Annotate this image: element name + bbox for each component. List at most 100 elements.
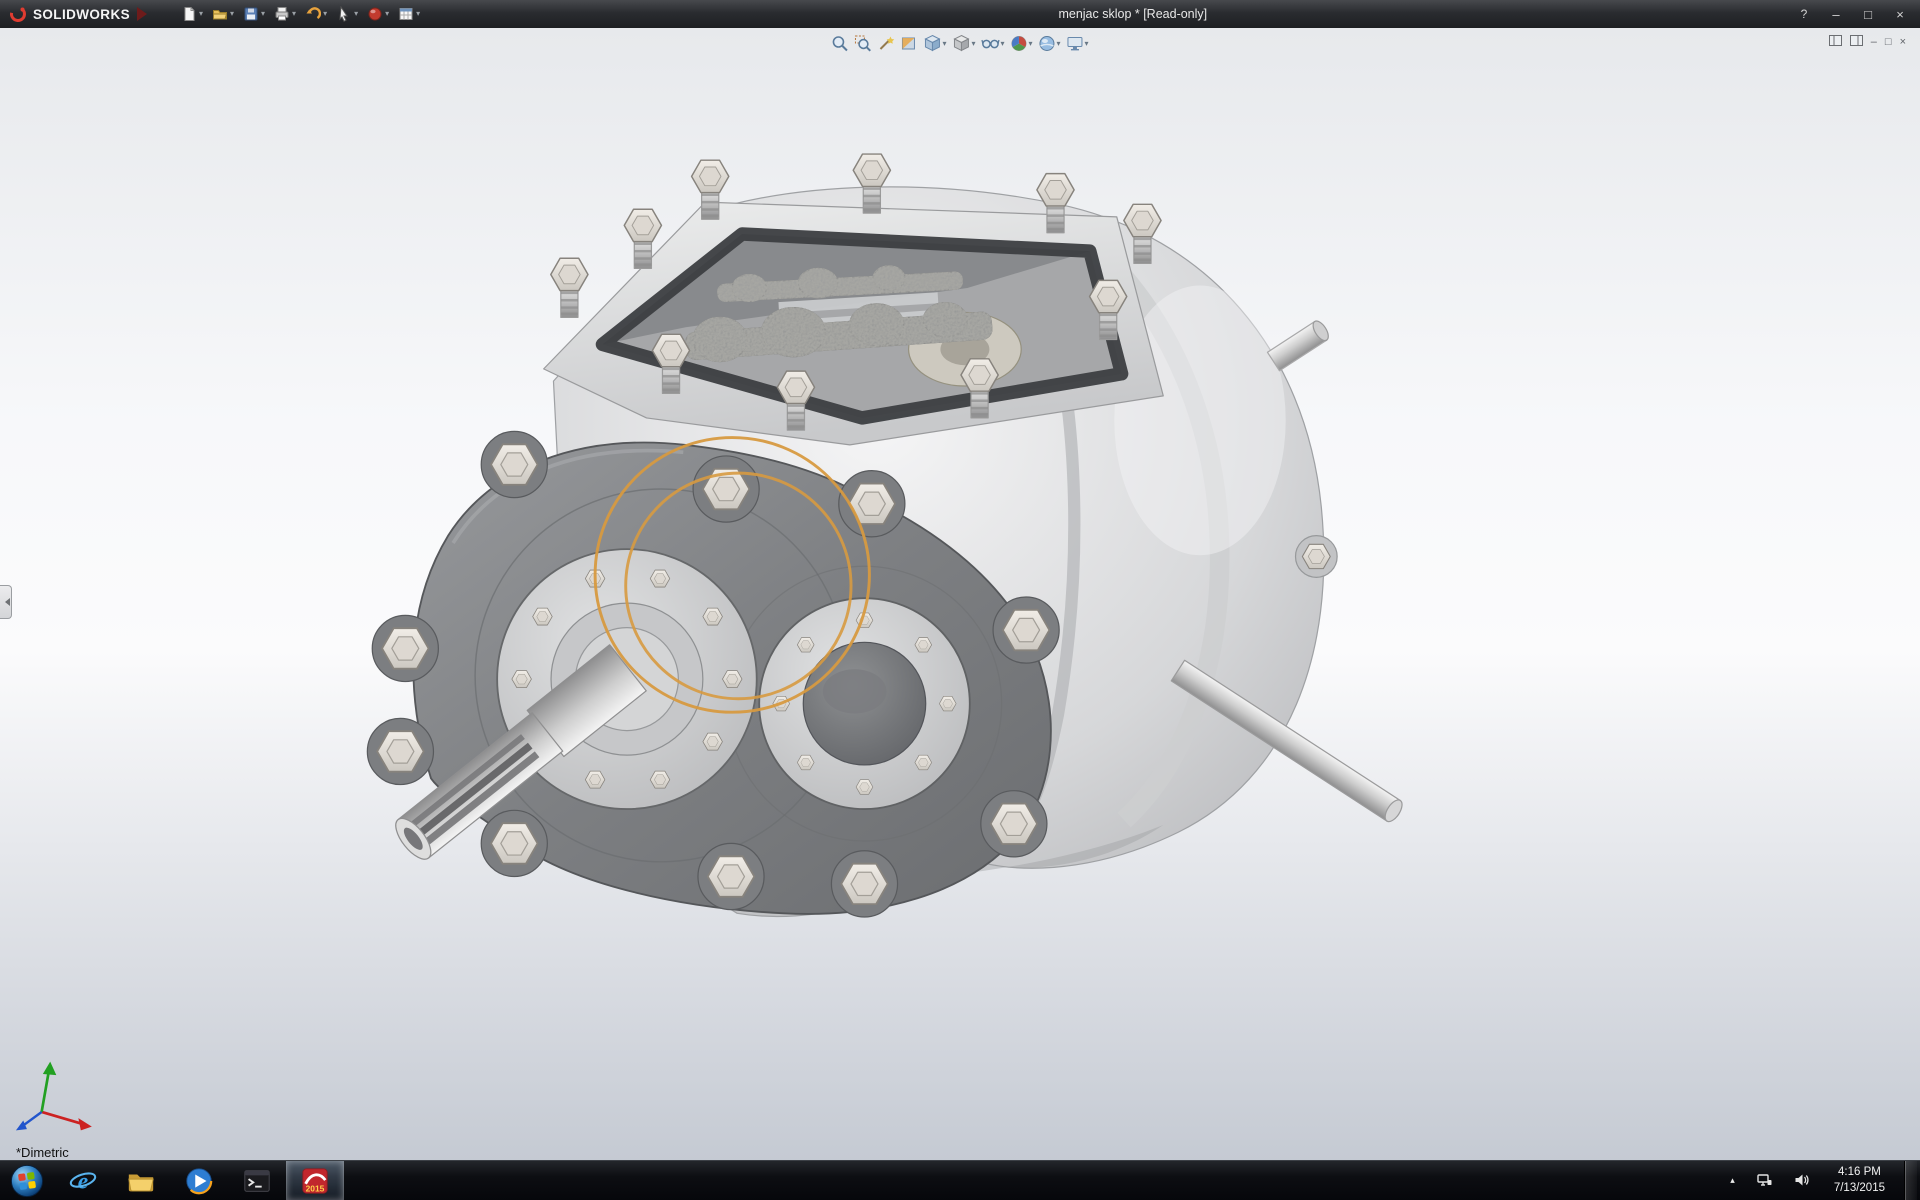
doc-minimize-button[interactable]: – — [1871, 37, 1877, 48]
dropdown-arrow[interactable]: ▾ — [1057, 39, 1061, 48]
save-button[interactable]: ▾ — [240, 4, 268, 24]
view-orientation-label: *Dimetric — [16, 1145, 69, 1160]
folder-icon — [126, 1166, 156, 1196]
viewport-3d[interactable]: ▾ ▾ ▾ — [0, 28, 1920, 1161]
zoom-to-area-button[interactable] — [852, 33, 873, 54]
zoom-to-fit-icon — [831, 35, 848, 52]
print-icon — [274, 6, 290, 22]
view-settings-button[interactable]: ▾ — [1065, 34, 1091, 53]
solidworks-2015-icon: 2015 — [300, 1166, 330, 1196]
section-view-icon — [900, 35, 917, 52]
doc-restore-button[interactable]: □ — [1885, 37, 1892, 48]
dropdown-arrow[interactable]: ▾ — [1085, 39, 1089, 48]
network-tray-icon[interactable] — [1751, 1172, 1778, 1190]
app-brand: SOLIDWORKS — [0, 4, 162, 24]
apply-scene-icon — [1039, 35, 1056, 52]
clock-date: 7/13/2015 — [1834, 1181, 1885, 1197]
view-orientation-button[interactable]: ▾ — [921, 32, 948, 54]
doc-close-button[interactable]: × — [1900, 37, 1906, 48]
window-title: menjac sklop * [Read-only] — [1058, 0, 1207, 28]
dropdown-arrow[interactable]: ▾ — [971, 39, 975, 48]
hide-show-glasses-icon — [981, 36, 999, 50]
dropdown-arrow[interactable]: ▾ — [199, 10, 203, 18]
pane-left-icon[interactable] — [1829, 35, 1842, 49]
minimize-button[interactable]: – — [1826, 7, 1846, 22]
help-button[interactable]: ? — [1794, 7, 1814, 21]
taskbar-solidworks-2015[interactable]: 2015 — [286, 1161, 344, 1200]
hide-show-items-button[interactable]: ▾ — [979, 34, 1006, 52]
taskbar-command-prompt[interactable] — [228, 1161, 286, 1200]
dropdown-arrow[interactable]: ▾ — [323, 10, 327, 18]
brand-arrow-icon — [137, 7, 154, 21]
dropdown-arrow[interactable]: ▾ — [416, 10, 420, 18]
taskbar: e — [0, 1160, 1920, 1200]
new-document-icon — [181, 6, 197, 22]
dropdown-arrow[interactable]: ▾ — [261, 10, 265, 18]
titlebar-controls: ? – □ × — [1794, 7, 1920, 22]
open-button[interactable]: ▾ — [209, 4, 237, 24]
taskbar-internet-explorer[interactable]: e — [54, 1161, 112, 1200]
taskbar-items: e — [0, 1161, 344, 1200]
edit-appearance-hud-button[interactable]: ▾ — [1009, 33, 1035, 54]
volume-tray-icon[interactable] — [1788, 1172, 1815, 1190]
document-window-controls: – □ × — [1829, 35, 1906, 49]
select-cursor-icon — [336, 6, 352, 22]
dropdown-arrow[interactable]: ▾ — [385, 10, 389, 18]
pane-right-icon[interactable] — [1850, 35, 1863, 49]
chevron-left-icon — [1, 598, 10, 606]
undo-icon — [305, 6, 321, 22]
screen: SOLIDWORKS ▾ ▾ ▾ — [0, 0, 1920, 1200]
select-button[interactable]: ▾ — [333, 4, 361, 24]
print-button[interactable]: ▾ — [271, 4, 299, 24]
taskbar-media-player[interactable] — [170, 1161, 228, 1200]
maximize-button[interactable]: □ — [1858, 7, 1878, 22]
titlebar: SOLIDWORKS ▾ ▾ ▾ — [0, 0, 1920, 28]
windows-start-orb-icon — [10, 1164, 44, 1198]
dropdown-arrow[interactable]: ▾ — [942, 39, 946, 48]
internet-explorer-icon: e — [68, 1166, 98, 1196]
taskbar-windows-explorer[interactable] — [112, 1161, 170, 1200]
close-button[interactable]: × — [1890, 7, 1910, 22]
gearbox-model-canvas[interactable] — [0, 28, 1920, 1161]
show-desktop-button[interactable] — [1904, 1161, 1917, 1200]
selection-filter-icon — [877, 35, 894, 52]
taskbar-clock[interactable]: 4:16 PM 7/13/2015 — [1825, 1165, 1894, 1196]
titlebar-toolbar: ▾ ▾ ▾ ▾ — [178, 4, 423, 24]
right-bearing-flange[interactable] — [759, 598, 970, 809]
dropdown-arrow[interactable]: ▾ — [230, 10, 234, 18]
appearance-ball-icon — [1011, 35, 1028, 52]
svg-text:e: e — [78, 1168, 88, 1194]
dropdown-arrow[interactable]: ▾ — [354, 10, 358, 18]
zoom-to-area-icon — [854, 35, 871, 52]
dropdown-arrow[interactable]: ▾ — [1029, 39, 1033, 48]
save-icon — [243, 6, 259, 22]
new-document-button[interactable]: ▾ — [178, 4, 206, 24]
appearance-ball-icon — [367, 6, 383, 22]
dropdown-arrow[interactable]: ▾ — [1000, 39, 1004, 48]
app-brand-name: SOLIDWORKS — [33, 7, 130, 22]
command-prompt-icon — [242, 1166, 272, 1196]
system-tray: ▴ 4:16 PM 7/13/2015 — [1724, 1161, 1920, 1200]
start-button[interactable] — [0, 1161, 54, 1200]
view-settings-icon — [1067, 36, 1084, 51]
headsup-toolbar: ▾ ▾ ▾ — [829, 32, 1090, 54]
options-sheet-icon — [398, 6, 414, 22]
svg-text:2015: 2015 — [306, 1183, 325, 1193]
media-player-icon — [184, 1166, 214, 1196]
drain-plug-bolt[interactable] — [1296, 536, 1338, 578]
zoom-to-fit-button[interactable] — [829, 33, 850, 54]
edit-appearance-button[interactable]: ▾ — [364, 4, 392, 24]
apply-scene-button[interactable]: ▾ — [1037, 33, 1063, 54]
section-view-button[interactable] — [898, 33, 919, 54]
clock-time: 4:16 PM — [1834, 1165, 1885, 1181]
undo-button[interactable]: ▾ — [302, 4, 330, 24]
solidworks-logo-icon — [8, 4, 28, 24]
options-button[interactable]: ▾ — [395, 4, 423, 24]
display-style-icon — [952, 34, 970, 52]
selection-filter-button[interactable] — [875, 33, 896, 54]
dropdown-arrow[interactable]: ▾ — [292, 10, 296, 18]
display-style-button[interactable]: ▾ — [950, 32, 977, 54]
panel-collapse-tab[interactable] — [0, 585, 12, 619]
open-folder-icon — [212, 6, 228, 22]
hidden-icons-chevron[interactable]: ▴ — [1724, 1174, 1741, 1187]
